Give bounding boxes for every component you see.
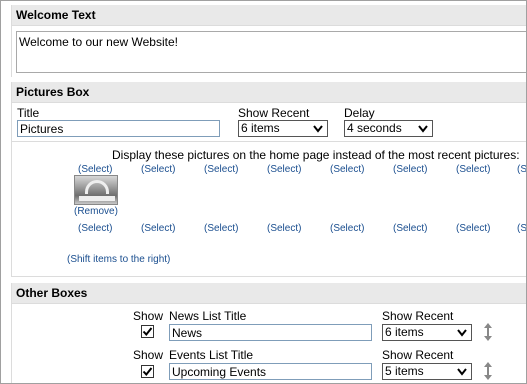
other-boxes-section: Other Boxes Show News List Title Show Re… (11, 283, 526, 383)
pictures-show-recent-select[interactable]: 6 items (238, 120, 328, 137)
events-show-recent-select[interactable]: 5 items (382, 363, 472, 380)
picture-slot-16-select-link[interactable]: (Select) (517, 223, 526, 234)
picture-slot-9-select-link[interactable]: (Select) (78, 223, 112, 234)
picture-slot-10-select-link[interactable]: (Select) (141, 223, 175, 234)
picture-slot-8-select-link[interactable]: (Select) (517, 164, 526, 175)
news-show-recent-label: Show Recent (382, 309, 454, 323)
picture-slot-6-select-link[interactable]: (Select) (393, 164, 427, 175)
picture-remove-link[interactable]: (Remove) (74, 206, 118, 217)
chevron-down-icon (457, 368, 467, 376)
pictures-title-input[interactable] (17, 120, 220, 137)
news-show-recent-select[interactable]: 6 items (382, 324, 472, 341)
welcome-text-header: Welcome Text (12, 5, 526, 26)
picture-slot-7-select-link[interactable]: (Select) (456, 164, 490, 175)
events-show-checkbox[interactable] (141, 365, 154, 378)
other-boxes-header: Other Boxes (12, 283, 526, 304)
picture-slot-5-select-link[interactable]: (Select) (330, 164, 364, 175)
page-frame: Welcome Text Welcome to our new Website!… (0, 0, 527, 384)
events-title-label: Events List Title (169, 348, 254, 362)
shift-items-right-link[interactable]: (Shift items to the right) (67, 254, 170, 265)
checkmark-icon (142, 327, 153, 337)
news-show-checkbox[interactable] (141, 325, 154, 338)
picture-slot-13-select-link[interactable]: (Select) (330, 223, 364, 234)
picture-slot-14-select-link[interactable]: (Select) (393, 223, 427, 234)
news-show-recent-value: 6 items (385, 325, 424, 339)
pictures-title-label: Title (17, 106, 40, 120)
picture-slot-11-select-link[interactable]: (Select) (204, 223, 238, 234)
pictures-show-recent-value: 6 items (241, 121, 280, 135)
chevron-down-icon (457, 329, 467, 337)
picture-slot-12-select-link[interactable]: (Select) (267, 223, 301, 234)
pictures-delay-label: Delay (344, 106, 375, 120)
news-title-input[interactable] (169, 324, 372, 341)
pictures-divider (12, 141, 526, 142)
chevron-down-icon (313, 125, 323, 133)
events-show-label: Show (133, 348, 164, 362)
events-show-recent-value: 5 items (385, 364, 424, 378)
welcome-text-input[interactable]: Welcome to our new Website! (16, 31, 526, 73)
picture-slot-4-select-link[interactable]: (Select) (267, 164, 301, 175)
chevron-down-icon (418, 125, 428, 133)
pictures-delay-select[interactable]: 4 seconds (344, 120, 433, 137)
news-title-label: News List Title (169, 309, 247, 323)
news-show-label: Show (133, 309, 164, 323)
checkmark-icon (142, 367, 153, 377)
events-show-recent-label: Show Recent (382, 348, 454, 362)
picture-slot-1-select-link[interactable]: (Select) (78, 164, 112, 175)
pictures-show-recent-label: Show Recent (238, 106, 310, 120)
pictures-box-header: Pictures Box (12, 82, 526, 103)
welcome-text-section: Welcome Text Welcome to our new Website! (11, 5, 526, 77)
events-title-input[interactable] (169, 363, 372, 380)
pictures-display-instruction: Display these pictures on the home page … (112, 148, 520, 162)
picture-slot-2-select-link[interactable]: (Select) (141, 164, 175, 175)
picture-slot-15-select-link[interactable]: (Select) (456, 223, 490, 234)
up-down-arrow-icon[interactable] (483, 362, 493, 380)
pictures-box-section: Pictures Box Title Show Recent 6 items D… (11, 82, 526, 277)
pictures-delay-value: 4 seconds (347, 121, 402, 135)
picture-thumbnail[interactable] (74, 175, 118, 205)
picture-slot-3-select-link[interactable]: (Select) (204, 164, 238, 175)
up-down-arrow-icon[interactable] (483, 323, 493, 341)
